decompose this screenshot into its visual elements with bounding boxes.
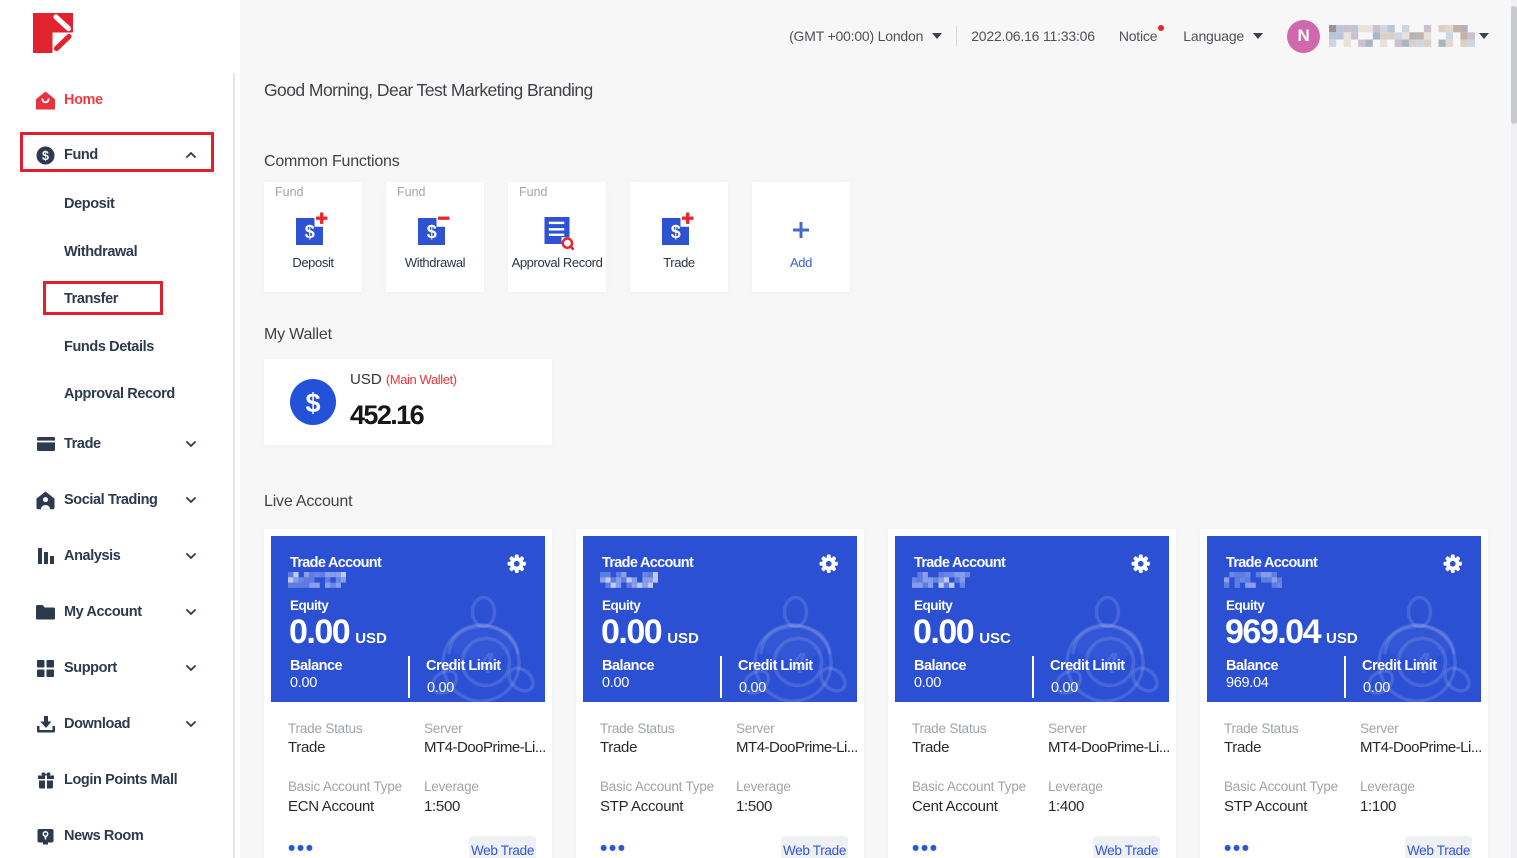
svg-text:$: $ — [305, 222, 315, 242]
svg-text:$: $ — [671, 222, 681, 242]
svg-text:$: $ — [42, 149, 49, 163]
svg-text:$: $ — [427, 222, 437, 242]
svg-text:$: $ — [305, 388, 320, 418]
